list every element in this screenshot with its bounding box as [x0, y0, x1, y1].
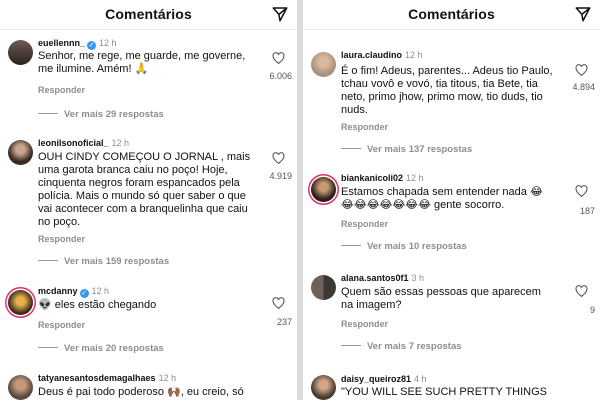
- view-replies-button[interactable]: Ver mais 159 respostas: [38, 256, 169, 267]
- comment-text: OUH CINDY COMEÇOU O JORNAL , mais uma ga…: [38, 151, 251, 228]
- comment-item: euellennn_ ✓ 12 h Senhor, me rege, me guar…: [0, 38, 297, 128]
- reply-button[interactable]: Responder: [38, 234, 85, 244]
- avatar[interactable]: [311, 375, 336, 400]
- comment-username[interactable]: laura.claudino: [341, 50, 402, 60]
- avatar[interactable]: [311, 52, 336, 77]
- avatar[interactable]: [311, 275, 336, 300]
- comment-username[interactable]: alana.santos0f1: [341, 273, 409, 283]
- comment-meta: euellennn_ ✓ 12 h: [38, 38, 117, 50]
- comment-text: Deus é pai todo poderoso 🙌🏾, eu creio, s…: [38, 386, 244, 398]
- divider: [341, 245, 361, 246]
- comment-time: 12 h: [158, 373, 177, 383]
- comment-username[interactable]: biankanicoli02: [341, 173, 403, 183]
- comment-time: 12 h: [406, 173, 424, 183]
- comments-panel-left: Comentários euellennn_ ✓ 12 h Senhor, me r…: [0, 0, 297, 400]
- like-count: 9: [589, 305, 595, 315]
- comment-time: 3 h: [411, 273, 425, 283]
- divider: [341, 148, 361, 149]
- comment-meta: mcdanny ✓ 12 h: [38, 286, 109, 298]
- comment-item: mcdanny ✓ 12 h 👽 eles estão chegando Respo…: [0, 286, 297, 356]
- comments-title: Comentários: [408, 6, 495, 22]
- avatar[interactable]: [8, 40, 33, 65]
- like-count: 4.919: [269, 171, 292, 181]
- comment-text: Quem são essas pessoas que aparecem na i…: [341, 286, 541, 311]
- view-replies-button[interactable]: Ver mais 20 respostas: [38, 343, 164, 354]
- comment-time: 12 h: [99, 38, 117, 48]
- comment-item: leonilsonoficial_ 12 h OUH CINDY COMEÇOU …: [0, 138, 297, 268]
- divider: [38, 260, 58, 261]
- comment-meta: daisy_queiroz81 4 h: [341, 374, 427, 384]
- comments-header: Comentários: [0, 0, 297, 30]
- view-replies-button[interactable]: Ver mais 7 respostas: [341, 341, 462, 352]
- verified-badge-icon: ✓: [79, 289, 89, 298]
- divider: [341, 345, 361, 346]
- verified-badge-icon: ✓: [87, 41, 97, 50]
- divider: [38, 347, 58, 348]
- comment-username[interactable]: tatyanesantosdemagalhaes: [38, 373, 156, 383]
- comment-text: Estamos chapada sem entender nada 😂 😂😂😂😂…: [341, 186, 543, 211]
- comment-time: 12 h: [111, 138, 130, 148]
- comment-username[interactable]: mcdanny: [38, 286, 78, 296]
- reply-button[interactable]: Responder: [341, 319, 388, 329]
- send-icon[interactable]: [271, 5, 289, 23]
- heart-icon[interactable]: [575, 185, 588, 197]
- like-count: 6.006: [269, 71, 292, 81]
- comment-meta: leonilsonoficial_ 12 h: [38, 138, 129, 148]
- heart-icon[interactable]: [272, 52, 285, 64]
- comment-username[interactable]: daisy_queiroz81: [341, 374, 411, 384]
- comment-meta: tatyanesantosdemagalhaes 12 h: [38, 373, 176, 383]
- comment-meta: biankanicoli02 12 h: [341, 173, 424, 183]
- comment-item: tatyanesantosdemagalhaes 12 h Deus é pai …: [0, 373, 297, 400]
- comment-text: É o fim! Adeus, parentes... Adeus tio Pa…: [341, 65, 553, 116]
- heart-icon[interactable]: [272, 152, 285, 164]
- reply-button[interactable]: Responder: [341, 122, 388, 132]
- comment-text: Senhor, me rege, me guarde, me governe, …: [38, 50, 246, 75]
- comment-item: laura.claudino 12 h É o fim! Adeus, paren…: [303, 50, 600, 156]
- comment-meta: alana.santos0f1 3 h: [341, 273, 424, 283]
- comment-time: 12 h: [405, 50, 423, 60]
- avatar[interactable]: [8, 140, 33, 165]
- divider: [38, 113, 58, 114]
- reply-button[interactable]: Responder: [38, 320, 85, 330]
- like-count: 187: [579, 206, 595, 216]
- comment-username[interactable]: leonilsonoficial_: [38, 138, 109, 148]
- view-replies-button[interactable]: Ver mais 29 respostas: [38, 109, 164, 120]
- comments-header: Comentários: [303, 0, 600, 30]
- comment-item: biankanicoli02 12 h Estamos chapada sem e…: [303, 173, 600, 253]
- heart-icon[interactable]: [575, 285, 588, 297]
- comment-item: alana.santos0f1 3 h Quem são essas pessoa…: [303, 273, 600, 353]
- avatar[interactable]: [8, 375, 33, 400]
- comment-text: "YOU WILL SEE SUCH PRETTY THINGS: [341, 386, 548, 398]
- view-replies-button[interactable]: Ver mais 10 respostas: [341, 241, 467, 252]
- send-icon[interactable]: [574, 5, 592, 23]
- avatar[interactable]: [8, 290, 33, 315]
- comment-username[interactable]: euellennn_: [38, 38, 85, 48]
- comment-meta: laura.claudino 12 h: [341, 50, 423, 60]
- like-count: 237: [276, 317, 292, 327]
- like-count: 4.894: [572, 82, 595, 92]
- comment-item: daisy_queiroz81 4 h "YOU WILL SEE SUCH PR…: [303, 372, 600, 400]
- comment-text: 👽 eles estão chegando: [38, 299, 157, 311]
- heart-icon[interactable]: [272, 297, 285, 309]
- avatar[interactable]: [311, 177, 336, 202]
- reply-button[interactable]: Responder: [38, 85, 85, 95]
- comment-time: 4 h: [414, 374, 427, 384]
- reply-button[interactable]: Responder: [341, 219, 388, 229]
- comment-time: 12 h: [91, 286, 110, 296]
- view-replies-button[interactable]: Ver mais 137 respostas: [341, 144, 472, 155]
- heart-icon[interactable]: [575, 64, 588, 76]
- comments-title: Comentários: [105, 6, 192, 22]
- comments-panel-right: Comentários laura.claudino 12 h É o fim! …: [303, 0, 600, 400]
